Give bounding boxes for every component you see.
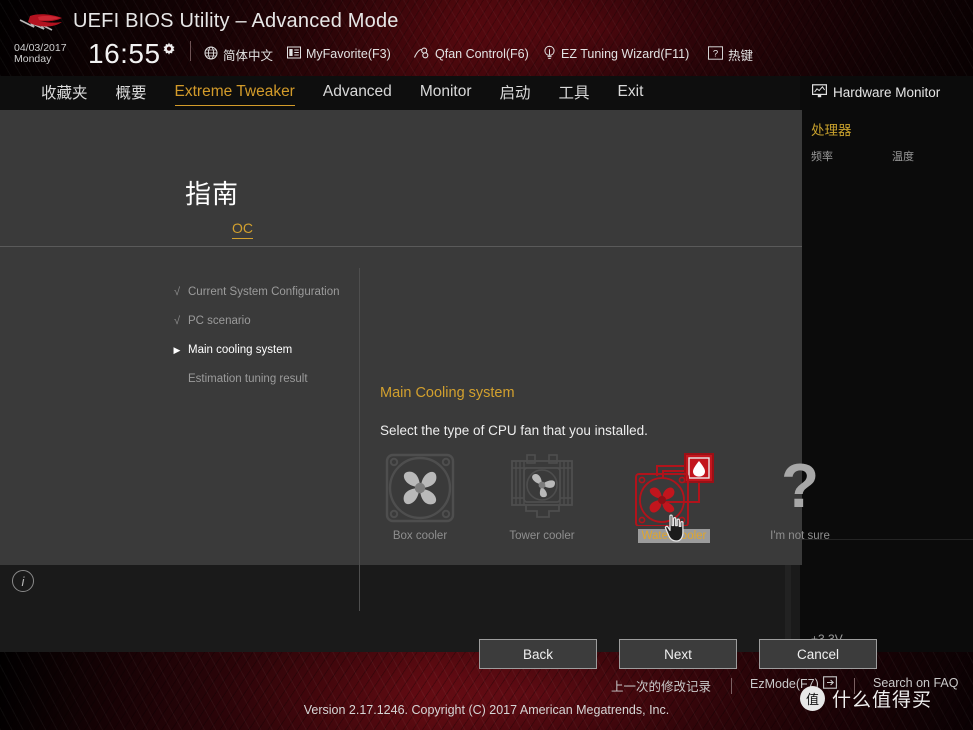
status-divider-2 (854, 678, 855, 694)
question-mark-icon: ? (745, 450, 855, 526)
status-ezmode[interactable]: EzMode(F7) (750, 676, 837, 692)
clock-text: 16:55 (88, 38, 161, 69)
wizard-panel-title: Main Cooling system (380, 385, 515, 401)
cooler-option-group: Box cooler Tower cooler Water cooler ? I… (362, 450, 830, 550)
tab-main[interactable]: 概要 (116, 79, 147, 107)
datetime-display: 04/03/2017 Monday (14, 43, 94, 65)
header-divider (190, 41, 191, 61)
tab-extreme-tweaker[interactable]: Extreme Tweaker (174, 81, 296, 106)
check-icon: √ (173, 315, 181, 327)
water-cooler-icon (619, 450, 729, 526)
globe-icon (204, 46, 218, 63)
option-not-sure-label: I'm not sure (770, 530, 830, 542)
oc-wizard-dialog: 指南 OC √ Current System Configuration √ P… (0, 110, 877, 669)
dialog-button-row: Back Next Cancel (479, 639, 877, 669)
step-main-cooling-system[interactable]: ▶ Main cooling system (170, 336, 360, 365)
check-icon: √ (173, 286, 181, 298)
hardware-monitor-label: Hardware Monitor (833, 85, 941, 100)
dialog-title: 指南 (185, 179, 240, 209)
status-last-modified[interactable]: 上一次的修改记录 (611, 676, 711, 695)
monitor-icon (812, 84, 828, 101)
step-estimation-tuning-result[interactable]: Estimation tuning result (170, 365, 360, 394)
dialog-subtab-oc[interactable]: OC (232, 220, 253, 239)
tool-language[interactable]: 简体中文 (204, 45, 273, 63)
hw-column-temperature: 温度 (892, 151, 914, 163)
tab-exit[interactable]: Exit (618, 81, 644, 105)
tab-monitor[interactable]: Monitor (420, 81, 472, 105)
tool-language-label: 简体中文 (223, 48, 274, 63)
tab-favorites[interactable]: 收藏夹 (41, 79, 88, 107)
arrow-exit-icon (822, 676, 837, 692)
header: UEFI BIOS Utility – Advanced Mode 04/03/… (0, 0, 973, 76)
weekday-text: Monday (14, 53, 52, 65)
option-water-cooler-label: Water cooler (637, 529, 711, 543)
step-label: PC scenario (188, 315, 251, 327)
option-water-cooler[interactable]: Water cooler (619, 450, 729, 544)
bios-screen: UEFI BIOS Utility – Advanced Mode 04/03/… (0, 0, 973, 730)
page-title: UEFI BIOS Utility – Advanced Mode (73, 10, 399, 32)
question-key-icon: ? (708, 45, 723, 63)
tab-advanced[interactable]: Advanced (323, 81, 392, 105)
tool-hotkeys-label: 热键 (728, 48, 754, 63)
wizard-step-list: √ Current System Configuration √ PC scen… (170, 278, 360, 394)
hw-section-cpu: 处理器 (811, 123, 852, 138)
option-tower-cooler[interactable]: Tower cooler (487, 450, 597, 544)
option-box-cooler-label: Box cooler (392, 530, 448, 542)
hardware-monitor-panel: Hardware Monitor 处理器 频率 温度 +3.3V 3.335 V (800, 76, 973, 665)
status-ezmode-label: EzMode(F7) (750, 677, 819, 691)
copyright-text: Version 2.17.1246. Copyright (C) 2017 Am… (303, 703, 670, 717)
triangle-right-icon: ▶ (173, 345, 181, 355)
svg-text:?: ? (781, 452, 819, 521)
option-box-cooler[interactable]: Box cooler (365, 450, 475, 544)
hardware-monitor-title: Hardware Monitor (812, 84, 940, 101)
svg-text:?: ? (713, 48, 718, 59)
option-not-sure[interactable]: ? I'm not sure (745, 450, 855, 544)
back-button[interactable]: Back (479, 639, 597, 669)
fan-icon (413, 46, 430, 63)
hw-column-frequency: 频率 (811, 151, 833, 163)
status-bar: 上一次的修改记录 EzMode(F7) Search on FAQ (0, 676, 973, 698)
status-divider-1 (731, 678, 732, 694)
tool-ez-tuning-wizard-label: EZ Tuning Wizard(F11) (561, 47, 690, 61)
step-label: Estimation tuning result (188, 373, 308, 385)
tool-qfan-control-label: Qfan Control(F6) (435, 47, 529, 61)
tool-myfavorite[interactable]: MyFavorite(F3) (287, 45, 391, 63)
wizard-panel-description: Select the type of CPU fan that you inst… (380, 423, 648, 438)
tab-tool[interactable]: 工具 (559, 79, 590, 107)
box-cooler-icon (365, 450, 475, 526)
bookmark-icon (287, 46, 301, 62)
status-search-faq-label: Search on FAQ (873, 676, 959, 690)
step-current-system-configuration[interactable]: √ Current System Configuration (170, 278, 360, 307)
cancel-button[interactable]: Cancel (759, 639, 877, 669)
info-icon[interactable]: i (12, 570, 34, 592)
status-search-faq[interactable]: Search on FAQ (873, 676, 958, 690)
status-last-modified-label: 上一次的修改记录 (611, 680, 712, 694)
tower-cooler-icon (487, 450, 597, 526)
gear-icon[interactable] (161, 42, 177, 58)
tool-qfan-control[interactable]: Qfan Control(F6) (413, 45, 529, 63)
tool-hotkeys[interactable]: ? 热键 (708, 45, 753, 63)
step-pc-scenario[interactable]: √ PC scenario (170, 307, 360, 336)
tool-ez-tuning-wizard[interactable]: EZ Tuning Wizard(F11) (543, 45, 689, 63)
tab-boot[interactable]: 启动 (500, 79, 531, 107)
step-label: Main cooling system (188, 344, 293, 356)
option-tower-cooler-label: Tower cooler (509, 530, 575, 542)
tool-myfavorite-label: MyFavorite(F3) (306, 47, 391, 61)
step-label: Current System Configuration (188, 286, 340, 298)
dialog-divider (0, 246, 802, 247)
dialog-header (0, 110, 802, 245)
next-button[interactable]: Next (619, 639, 737, 669)
lightbulb-icon (543, 45, 556, 64)
rog-logo-icon (18, 12, 66, 38)
